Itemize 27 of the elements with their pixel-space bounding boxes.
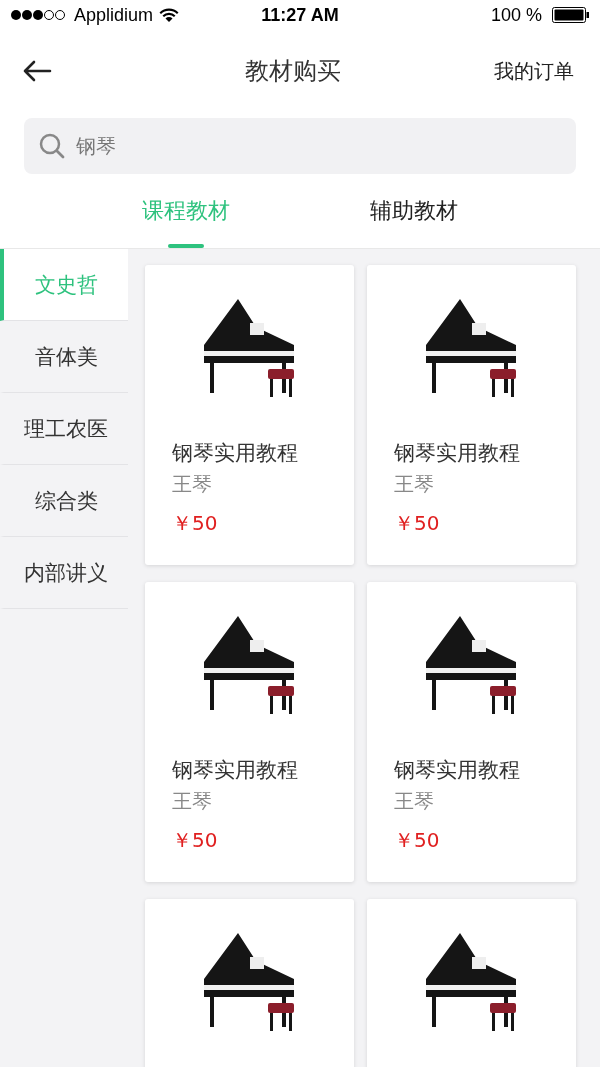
battery-percent: 100 % [490,4,542,26]
status-time: 11:27 AM [261,4,339,26]
book-price: ￥50 [394,510,441,537]
wifi-icon [159,7,180,23]
book-title: 钢琴实用教程 [172,757,299,784]
category-tab[interactable]: 辅助教材 [350,174,478,248]
book-title: 钢琴实用教程 [172,440,299,467]
book-author: 王琴 [172,788,213,815]
product-card[interactable]: 钢琴实用教程 王琴 ￥50 [145,265,354,565]
my-orders-link[interactable]: 我的订单 [494,57,574,85]
carrier-name: Applidium [74,4,154,26]
product-card[interactable]: 钢琴实用教程 王琴 ￥50 [367,265,576,565]
book-title: 钢琴实用教程 [394,440,521,467]
book-title: 钢琴实用教程 [394,757,521,784]
page-title: 教材购买 [245,56,341,87]
signal-icon [10,9,68,21]
search-field[interactable]: 钢琴 [24,118,576,174]
book-author: 王琴 [172,471,213,498]
product-card[interactable]: 钢琴实用教程 王琴 ￥50 [145,582,354,882]
book-price: ￥50 [172,510,219,537]
book-price: ￥50 [172,827,219,854]
book-author: 王琴 [394,788,435,815]
book-author: 王琴 [394,471,435,498]
book-price: ￥50 [394,827,441,854]
battery-icon [552,7,590,23]
product-card[interactable]: 钢琴实用教程 王琴 ￥50 [367,582,576,882]
back-button[interactable] [22,60,52,82]
